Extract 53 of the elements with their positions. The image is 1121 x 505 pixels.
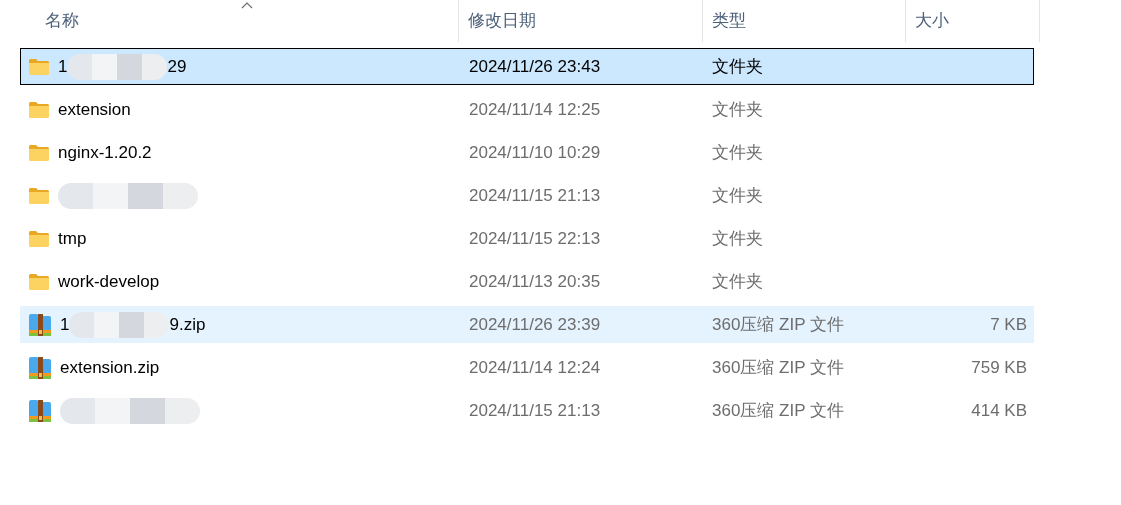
file-name: 1 (58, 55, 68, 78)
file-name: 1 (60, 313, 70, 336)
archive-icon (28, 355, 52, 380)
file-type: 文件夹 (712, 271, 763, 291)
file-name: extension (58, 98, 131, 121)
file-name: nginx-1.20.2 (58, 141, 152, 164)
column-header[interactable]: 类型 (702, 0, 905, 42)
modified-date: 2024/11/26 23:43 (469, 56, 601, 76)
file-row[interactable]: 2024/11/15 21:13 360压缩 ZIP 文件 414 KB (20, 392, 1034, 429)
file-type: 360压缩 ZIP 文件 (712, 400, 844, 420)
file-type: 文件夹 (712, 142, 763, 162)
modified-date: 2024/11/13 20:35 (469, 271, 601, 291)
file-type: 文件夹 (712, 228, 763, 248)
file-row[interactable]: tmp 2024/11/15 22:13 文件夹 (20, 220, 1034, 257)
sort-ascending-icon (241, 2, 253, 9)
file-row[interactable]: 1 9.zip 2024/11/26 23:39 360压缩 ZIP 文件 7 KB (20, 306, 1034, 343)
file-row[interactable]: work-develop 2024/11/13 20:35 文件夹 (20, 263, 1034, 300)
modified-date: 2024/11/14 12:25 (469, 99, 601, 119)
file-row[interactable]: nginx-1.20.2 2024/11/10 10:29 文件夹 (20, 134, 1034, 171)
folder-icon (28, 272, 50, 291)
folder-icon (28, 100, 50, 119)
folder-icon (28, 143, 50, 162)
file-type: 文件夹 (712, 185, 763, 205)
file-name: 9.zip (169, 313, 206, 336)
file-name: extension.zip (60, 356, 160, 379)
file-size: 759 KB (971, 356, 1027, 379)
file-size: 7 KB (990, 313, 1027, 336)
file-type: 360压缩 ZIP 文件 (712, 314, 844, 334)
file-row[interactable]: 2024/11/15 21:13 文件夹 (20, 177, 1034, 214)
file-type: 360压缩 ZIP 文件 (712, 357, 844, 377)
file-row[interactable]: extension.zip 2024/11/14 12:24 360压缩 ZIP 文件 759 KB (20, 349, 1034, 386)
file-type: 文件夹 (712, 56, 763, 76)
file-row[interactable]: 1 29 2024/11/26 23:43 文件夹 (20, 48, 1034, 85)
modified-date: 2024/11/15 21:13 (469, 400, 601, 420)
modified-date: 2024/11/26 23:39 (469, 314, 601, 334)
modified-date: 2024/11/15 22:13 (469, 228, 601, 248)
modified-date: 2024/11/14 12:24 (469, 357, 601, 377)
file-name: 29 (167, 55, 187, 78)
file-name: tmp (58, 227, 87, 250)
column-header[interactable]: 名称 (0, 0, 458, 42)
modified-date: 2024/11/15 21:13 (469, 185, 601, 205)
column-header[interactable]: 大小 (905, 0, 1040, 42)
folder-icon (28, 186, 50, 205)
file-type: 文件夹 (712, 99, 763, 119)
modified-date: 2024/11/10 10:29 (469, 142, 601, 162)
folder-icon (28, 229, 50, 248)
file-size: 414 KB (971, 399, 1027, 422)
folder-icon (28, 57, 50, 76)
file-name: work-develop (58, 270, 160, 293)
file-row[interactable]: extension 2024/11/14 12:25 文件夹 (20, 91, 1034, 128)
archive-icon (28, 312, 52, 337)
column-header[interactable]: 修改日期 (458, 0, 702, 42)
archive-icon (28, 398, 52, 423)
